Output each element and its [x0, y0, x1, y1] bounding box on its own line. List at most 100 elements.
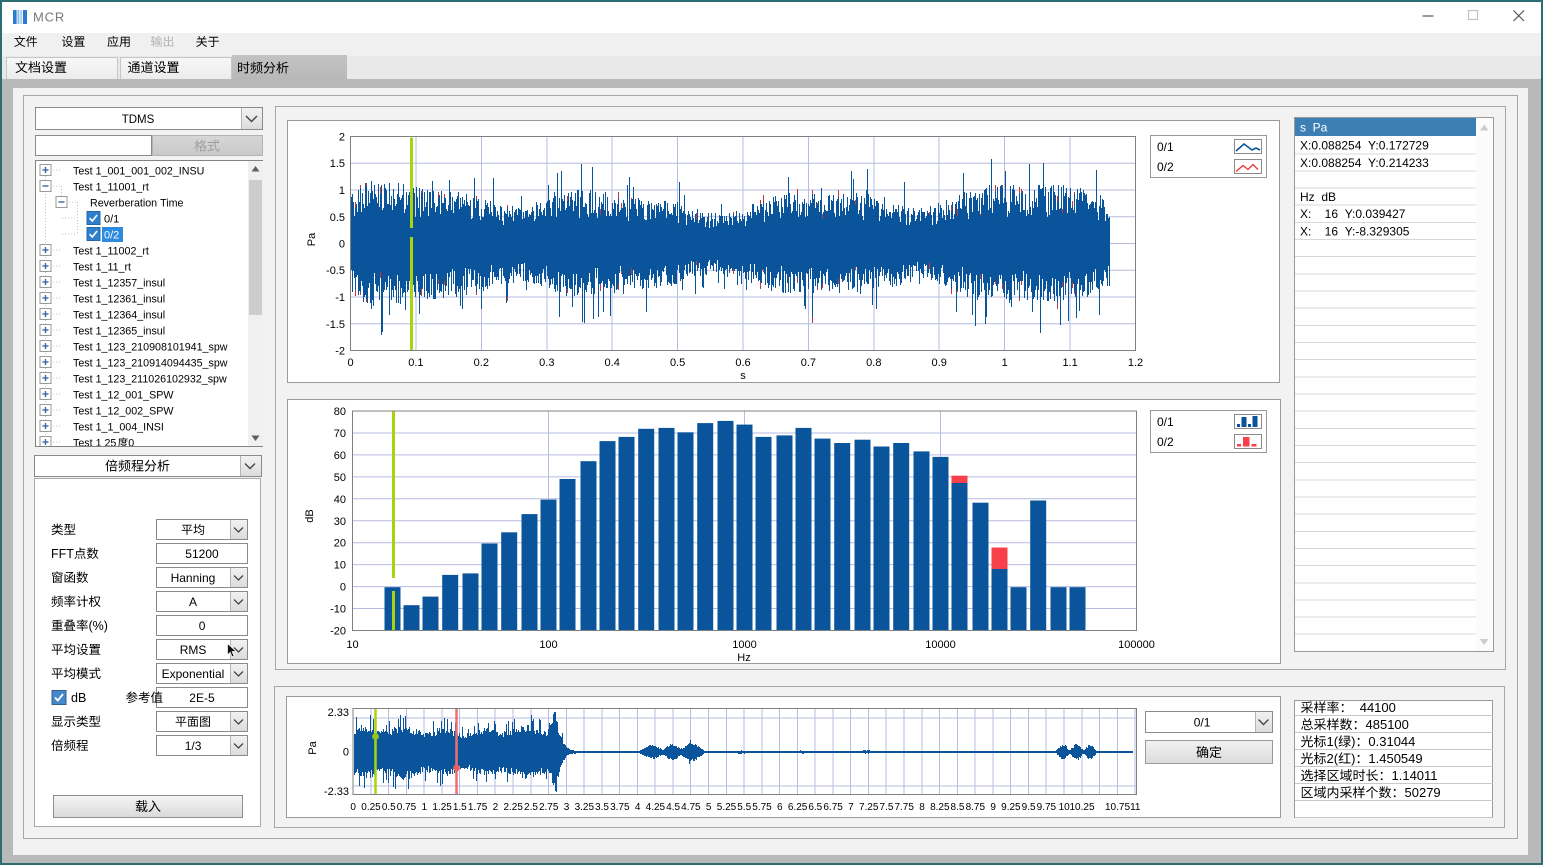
svg-text:1.14011: 1.14011 — [1392, 768, 1438, 783]
svg-text:): ) — [1351, 734, 1355, 749]
svg-text:0.9: 0.9 — [932, 357, 947, 369]
svg-text:Test 1_12364_insul: Test 1_12364_insul — [73, 310, 165, 322]
svg-text:40: 40 — [334, 494, 346, 506]
svg-text:0/2: 0/2 — [1157, 160, 1174, 174]
svg-text:Test 1_12365_insul: Test 1_12365_insul — [73, 326, 165, 338]
svg-text:2.33: 2.33 — [328, 707, 349, 719]
svg-text:10000: 10000 — [925, 639, 956, 651]
svg-text:-20: -20 — [330, 626, 346, 638]
svg-text:Hz: Hz — [737, 652, 750, 664]
svg-text:Test 1_11002_rt: Test 1_11002_rt — [73, 246, 149, 258]
svg-text:44100: 44100 — [1353, 700, 1396, 715]
svg-text:FFT: FFT — [51, 547, 74, 561]
svg-text:X: 16 Y:0.039427: X: 16 Y:0.039427 — [1300, 207, 1406, 221]
svg-text:Test 1_12_001_SPW: Test 1_12_001_SPW — [73, 390, 174, 402]
svg-text:3.75: 3.75 — [610, 802, 630, 813]
svg-text:2(: 2( — [1327, 751, 1339, 766]
svg-text:3.25: 3.25 — [575, 802, 595, 813]
svg-text:0/2: 0/2 — [104, 230, 119, 242]
svg-text:1.2: 1.2 — [1128, 357, 1143, 369]
svg-text:0.6: 0.6 — [735, 357, 750, 369]
svg-text:): ) — [1351, 751, 1355, 766]
svg-text:80: 80 — [334, 406, 346, 418]
svg-text:Test 1_1_004_INSI: Test 1_1_004_INSI — [73, 422, 164, 434]
svg-text:Test 1_11_rt: Test 1_11_rt — [73, 262, 131, 274]
svg-text:X:0.088254 Y:0.214233: X:0.088254 Y:0.214233 — [1300, 156, 1429, 170]
svg-text:9.25: 9.25 — [1001, 802, 1021, 813]
svg-text:Hanning: Hanning — [171, 571, 216, 585]
svg-text:10: 10 — [346, 639, 358, 651]
svg-text:-1: -1 — [335, 292, 345, 304]
svg-text:1.450549: 1.450549 — [1368, 751, 1422, 766]
svg-text:51200: 51200 — [185, 547, 219, 561]
svg-text:0/1: 0/1 — [1194, 716, 1211, 730]
svg-text:2: 2 — [493, 802, 499, 813]
svg-text:1.75: 1.75 — [468, 802, 488, 813]
svg-text:-1.5: -1.5 — [326, 319, 345, 331]
svg-text:3.5: 3.5 — [595, 802, 609, 813]
svg-text:5.75: 5.75 — [752, 802, 772, 813]
svg-text:0.7: 0.7 — [801, 357, 816, 369]
svg-text:7.5: 7.5 — [880, 802, 894, 813]
svg-text:-2.33: -2.33 — [324, 786, 349, 798]
svg-text:5: 5 — [706, 802, 712, 813]
svg-text:50279: 50279 — [1405, 785, 1441, 800]
svg-text:1: 1 — [422, 802, 428, 813]
svg-text:0.75: 0.75 — [397, 802, 417, 813]
svg-text:-2: -2 — [335, 346, 345, 358]
svg-text:6.25: 6.25 — [788, 802, 808, 813]
svg-text:0/1: 0/1 — [1157, 140, 1174, 154]
svg-text:0: 0 — [343, 747, 349, 759]
svg-text:s Pa: s Pa — [1300, 121, 1328, 135]
svg-text:Test 1 25: Test 1 25 — [73, 438, 116, 450]
svg-text:s: s — [740, 370, 746, 382]
svg-text:20: 20 — [334, 538, 346, 550]
svg-text:1.1: 1.1 — [1062, 357, 1077, 369]
svg-text:1.5: 1.5 — [330, 158, 345, 170]
svg-text:7.25: 7.25 — [859, 802, 879, 813]
svg-text:0.5: 0.5 — [670, 357, 685, 369]
svg-text:Test 1_12357_insul: Test 1_12357_insul — [73, 278, 165, 290]
svg-text:2.5: 2.5 — [524, 802, 538, 813]
svg-text:8: 8 — [919, 802, 925, 813]
svg-text:0/1: 0/1 — [1157, 415, 1174, 429]
svg-text:10: 10 — [334, 560, 346, 572]
svg-text:0.3: 0.3 — [539, 357, 554, 369]
svg-text:Test 1_12361_insul: Test 1_12361_insul — [73, 294, 165, 306]
svg-text:50: 50 — [334, 472, 346, 484]
svg-text:0.25: 0.25 — [361, 802, 381, 813]
svg-text:X: 16 Y:-8.329305: X: 16 Y:-8.329305 — [1300, 224, 1410, 238]
svg-text:1.5: 1.5 — [453, 802, 467, 813]
svg-text:3: 3 — [564, 802, 570, 813]
svg-text:5.5: 5.5 — [737, 802, 751, 813]
svg-text:Pa: Pa — [307, 740, 319, 754]
svg-text:1: 1 — [1002, 357, 1008, 369]
svg-text:5.25: 5.25 — [717, 802, 737, 813]
svg-text:0: 0 — [339, 239, 345, 251]
svg-text:60: 60 — [334, 450, 346, 462]
svg-text:Test 1_11001_rt: Test 1_11001_rt — [73, 182, 149, 194]
svg-text:Hz dB: Hz dB — [1300, 190, 1336, 204]
svg-text:Test 1_001_001_002_INSU: Test 1_001_001_002_INSU — [73, 166, 204, 178]
svg-text:7.75: 7.75 — [894, 802, 914, 813]
svg-text:9.5: 9.5 — [1022, 802, 1036, 813]
svg-text:Test 1_12_002_SPW: Test 1_12_002_SPW — [73, 406, 174, 418]
svg-text:Test 1_123_210914094435_spw: Test 1_123_210914094435_spw — [73, 358, 228, 370]
svg-text:10: 10 — [1059, 802, 1071, 813]
svg-text:1(: 1( — [1327, 734, 1339, 749]
svg-text:0.5: 0.5 — [382, 802, 396, 813]
svg-text:2E-5: 2E-5 — [189, 691, 215, 705]
svg-text:70: 70 — [334, 428, 346, 440]
svg-text:0/1: 0/1 — [104, 214, 119, 226]
svg-text:10.75: 10.75 — [1105, 802, 1130, 813]
svg-text:8.25: 8.25 — [930, 802, 950, 813]
svg-text:0: 0 — [199, 619, 206, 633]
svg-text:0.4: 0.4 — [605, 357, 620, 369]
svg-text:0.5: 0.5 — [330, 212, 345, 224]
svg-text:9: 9 — [990, 802, 996, 813]
svg-text:4.75: 4.75 — [681, 802, 701, 813]
svg-text:8.5: 8.5 — [951, 802, 965, 813]
svg-text:0: 0 — [340, 582, 346, 594]
svg-text:TDMS: TDMS — [122, 114, 155, 126]
svg-text:4: 4 — [635, 802, 641, 813]
